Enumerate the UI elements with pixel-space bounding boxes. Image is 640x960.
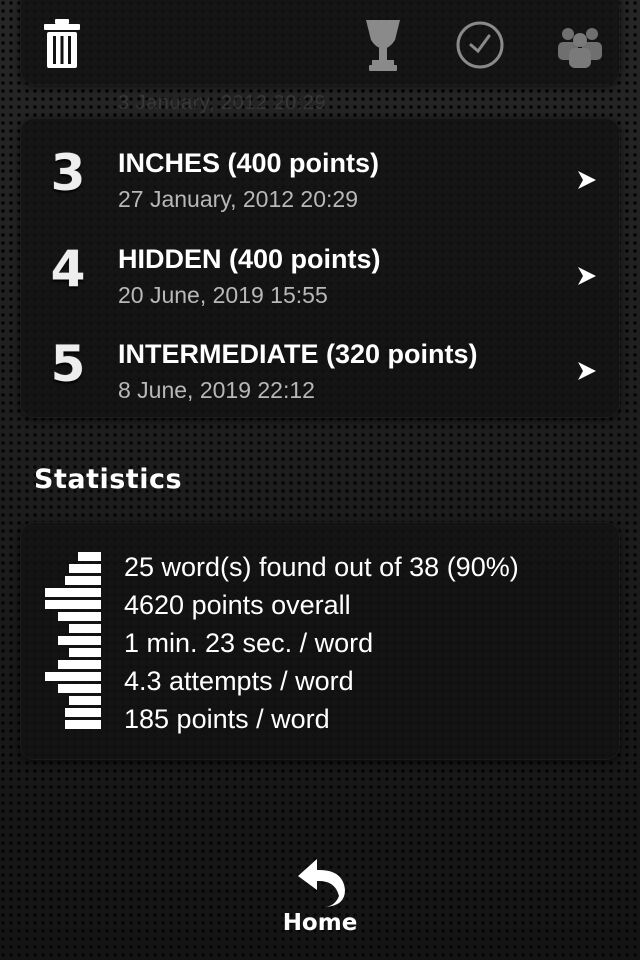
- word-date: 20 June, 2019 15:55: [118, 282, 328, 308]
- stat-points-per-word: 185 points / word: [124, 704, 330, 734]
- ranking-list: 3 INCHES (400 points) 27 January, 2012 2…: [20, 118, 620, 418]
- stat-attempts-per-word: 4.3 attempts / word: [124, 666, 354, 696]
- chevron-right-icon: [577, 170, 597, 195]
- home-label: Home: [282, 910, 358, 936]
- statistics-panel: 25 word(s) found out of 38 (90%) 4620 po…: [20, 522, 620, 760]
- rank-number: 5: [50, 335, 86, 393]
- trash-icon[interactable]: [42, 18, 82, 75]
- word-date: 27 January, 2012 20:29: [118, 186, 358, 212]
- word-title: HIDDEN (400 points): [118, 244, 381, 274]
- stat-time-per-word: 1 min. 23 sec. / word: [124, 628, 374, 658]
- scrolled-row-text: 3 January, 2012 20:29: [118, 92, 327, 114]
- list-item[interactable]: 5 INTERMEDIATE (320 points) 8 June, 2019…: [20, 325, 620, 420]
- back-arrow-icon: [295, 856, 347, 913]
- home-button[interactable]: Home: [270, 852, 370, 944]
- word-date: 8 June, 2019 22:12: [118, 377, 315, 403]
- list-item[interactable]: 3 INCHES (400 points) 27 January, 2012 2…: [20, 134, 620, 229]
- toolbar: [20, 0, 620, 85]
- bar-chart-icon: [45, 552, 101, 732]
- group-icon[interactable]: [556, 24, 604, 73]
- word-title: INTERMEDIATE (320 points): [118, 339, 478, 369]
- statistics-heading: Statistics: [34, 464, 183, 495]
- stat-points-overall: 4620 points overall: [124, 590, 351, 620]
- rank-number: 3: [50, 144, 86, 202]
- trophy-icon[interactable]: [360, 18, 406, 77]
- stat-words-found: 25 word(s) found out of 38 (90%): [124, 552, 519, 582]
- word-title: INCHES (400 points): [118, 148, 380, 178]
- chevron-right-icon: [577, 361, 597, 386]
- clock-icon[interactable]: [454, 20, 506, 75]
- rank-number: 4: [50, 240, 86, 298]
- list-item[interactable]: 4 HIDDEN (400 points) 20 June, 2019 15:5…: [20, 230, 620, 325]
- chevron-right-icon: [577, 266, 597, 291]
